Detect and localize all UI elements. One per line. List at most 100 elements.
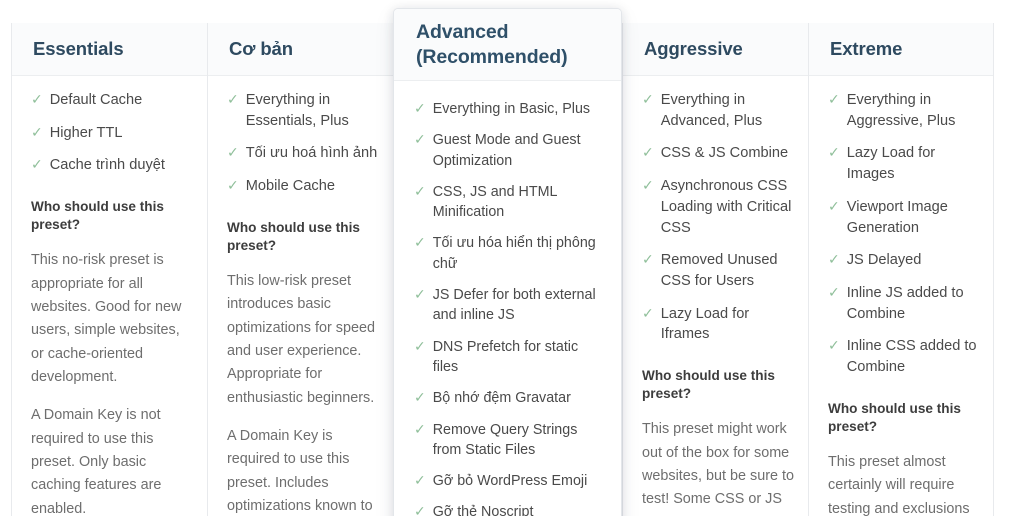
check-icon: ✓: [414, 389, 426, 406]
feature-label: Gỡ thẻ Noscript: [432, 504, 534, 516]
who-should-use-paragraph: This no-risk preset is appropriate for a…: [31, 252, 182, 385]
column-body: ✓ Everything in Aggressive, Plus ✓ Lazy …: [809, 76, 993, 516]
list-item: ✓ Inline JS added to Combine: [828, 283, 979, 324]
feature-label: DNS Prefetch for static files: [432, 338, 579, 375]
column-header-extreme: Extreme: [809, 23, 993, 76]
check-icon: ✓: [642, 91, 654, 107]
list-item: ✓ Cache trình duyệt: [31, 155, 193, 176]
column-title: Aggressive: [644, 38, 743, 60]
check-icon: ✓: [414, 234, 426, 251]
feature-list: ✓ Default Cache ✓ Higher TTL ✓ Cache trì…: [31, 90, 193, 176]
list-item: ✓ Mobile Cache: [227, 176, 379, 197]
check-icon: ✓: [414, 503, 426, 516]
list-item: ✓ Default Cache: [31, 90, 193, 111]
list-item: ✓ Lazy Load for Images: [828, 143, 979, 184]
check-icon: ✓: [414, 100, 426, 116]
check-icon: ✓: [414, 182, 426, 199]
list-item: ✓ Everything in Aggressive, Plus: [828, 90, 979, 131]
column-header-aggressive: Aggressive: [623, 23, 808, 76]
feature-label: Cache trình duyệt: [49, 157, 165, 174]
feature-label: Everything in Aggressive, Plus: [846, 92, 956, 129]
list-item: ✓ JS Defer for both external and inline …: [414, 285, 605, 326]
feature-label: Everything in Essentials, Plus: [245, 92, 349, 129]
check-icon: ✓: [642, 304, 654, 321]
feature-label: Asynchronous CSS Loading with Critical C…: [660, 178, 792, 236]
who-should-use-paragraph: This low-risk preset introduces basic op…: [227, 273, 375, 406]
list-item: ✓ DNS Prefetch for static files: [414, 337, 605, 378]
column-body: ✓ Default Cache ✓ Higher TTL ✓ Cache trì…: [12, 76, 207, 516]
list-item: ✓ Tối ưu hoá hình ảnh: [227, 143, 379, 164]
feature-label: Tối ưu hóa hiển thị phông chữ: [432, 235, 596, 272]
list-item: ✓ Viewport Image Generation: [828, 197, 979, 238]
column-body: ✓ Everything in Essentials, Plus ✓ Tối ư…: [208, 76, 393, 516]
who-should-use-paragraph: A Domain Key is required to use this pre…: [227, 428, 373, 514]
feature-label: CSS & JS Combine: [660, 145, 789, 162]
check-icon: ✓: [227, 177, 239, 194]
list-item: ✓ Gỡ thẻ Noscript: [414, 502, 605, 516]
list-item: ✓ Remove Query Strings from Static Files: [414, 420, 605, 461]
check-icon: ✓: [828, 337, 840, 354]
preset-comparison-table: Essentials ✓ Default Cache ✓ Higher TTL …: [0, 0, 1024, 516]
list-item: ✓ Guest Mode and Guest Optimization: [414, 130, 605, 171]
check-icon: ✓: [414, 337, 426, 354]
check-icon: ✓: [642, 144, 654, 161]
list-item: ✓ JS Delayed: [828, 250, 979, 271]
feature-list: ✓ Everything in Advanced, Plus ✓ CSS & J…: [642, 90, 794, 345]
check-icon: ✓: [828, 284, 840, 301]
feature-label: Mobile Cache: [245, 178, 335, 195]
preset-column-essentials[interactable]: Essentials ✓ Default Cache ✓ Higher TTL …: [11, 23, 207, 516]
list-item: ✓ Bộ nhớ đệm Gravatar: [414, 388, 605, 408]
list-item: ✓ Lazy Load for Iframes: [642, 304, 794, 345]
preset-column-aggressive[interactable]: Aggressive ✓ Everything in Advanced, Plu…: [622, 23, 808, 516]
who-should-use-heading: Who should use this preset?: [642, 368, 775, 402]
who-should-use-heading: Who should use this preset?: [828, 400, 961, 434]
check-icon: ✓: [642, 251, 654, 268]
column-header-essentials: Essentials: [12, 23, 207, 76]
column-title: Cơ bản: [229, 38, 293, 60]
check-icon: ✓: [31, 123, 43, 140]
column-header-co-ban: Cơ bản: [208, 23, 393, 76]
list-item: ✓ Everything in Essentials, Plus: [227, 90, 379, 131]
feature-label: JS Delayed: [846, 252, 922, 269]
check-icon: ✓: [828, 91, 840, 107]
feature-label: Higher TTL: [49, 124, 123, 141]
feature-label: Bộ nhớ đệm Gravatar: [432, 390, 571, 407]
feature-label: Inline CSS added to Combine: [846, 338, 977, 376]
feature-label: Removed Unused CSS for Users: [660, 252, 778, 290]
check-icon: ✓: [227, 91, 239, 107]
list-item: ✓ Higher TTL: [31, 123, 193, 144]
feature-list: ✓ Everything in Basic, Plus ✓ Guest Mode…: [414, 99, 605, 516]
check-icon: ✓: [31, 91, 43, 107]
check-icon: ✓: [642, 177, 654, 194]
check-icon: ✓: [828, 251, 840, 268]
list-item: ✓ Everything in Advanced, Plus: [642, 90, 794, 131]
feature-label: Everything in Basic, Plus: [432, 101, 591, 117]
list-item: ✓ Inline CSS added to Combine: [828, 336, 979, 377]
who-should-use-heading: Who should use this preset?: [31, 199, 164, 233]
check-icon: ✓: [414, 131, 426, 148]
feature-list: ✓ Everything in Aggressive, Plus ✓ Lazy …: [828, 90, 979, 378]
column-body: ✓ Everything in Basic, Plus ✓ Guest Mode…: [394, 81, 621, 516]
feature-label: CSS, JS and HTML Minification: [432, 183, 557, 221]
feature-label: Inline JS added to Combine: [846, 285, 964, 322]
feature-label: Default Cache: [49, 92, 143, 108]
preset-column-advanced[interactable]: Advanced (Recommended) ✓ Everything in B…: [393, 8, 622, 516]
who-should-use-paragraph: A Domain Key is not required to use this…: [31, 407, 162, 516]
column-header-advanced: Advanced (Recommended): [394, 9, 621, 81]
check-icon: ✓: [227, 144, 239, 161]
feature-label: Lazy Load for Iframes: [660, 305, 750, 343]
list-item: ✓ Tối ưu hóa hiển thị phông chữ: [414, 233, 605, 274]
who-should-use-heading: Who should use this preset?: [227, 219, 360, 253]
list-item: ✓ Gỡ bỏ WordPress Emoji: [414, 471, 605, 491]
check-icon: ✓: [828, 197, 840, 214]
feature-label: Everything in Advanced, Plus: [660, 92, 763, 129]
list-item: ✓ Removed Unused CSS for Users: [642, 250, 794, 291]
preset-columns-container: Essentials ✓ Default Cache ✓ Higher TTL …: [11, 8, 1013, 516]
who-should-use-paragraph: This preset might work out of the box fo…: [642, 421, 794, 516]
preset-column-co-ban[interactable]: Cơ bản ✓ Everything in Essentials, Plus …: [207, 23, 393, 516]
feature-label: JS Defer for both external and inline JS: [432, 287, 596, 324]
check-icon: ✓: [414, 286, 426, 303]
feature-label: Remove Query Strings from Static Files: [432, 421, 578, 458]
check-icon: ✓: [414, 420, 426, 437]
preset-column-extreme[interactable]: Extreme ✓ Everything in Aggressive, Plus…: [808, 23, 994, 516]
